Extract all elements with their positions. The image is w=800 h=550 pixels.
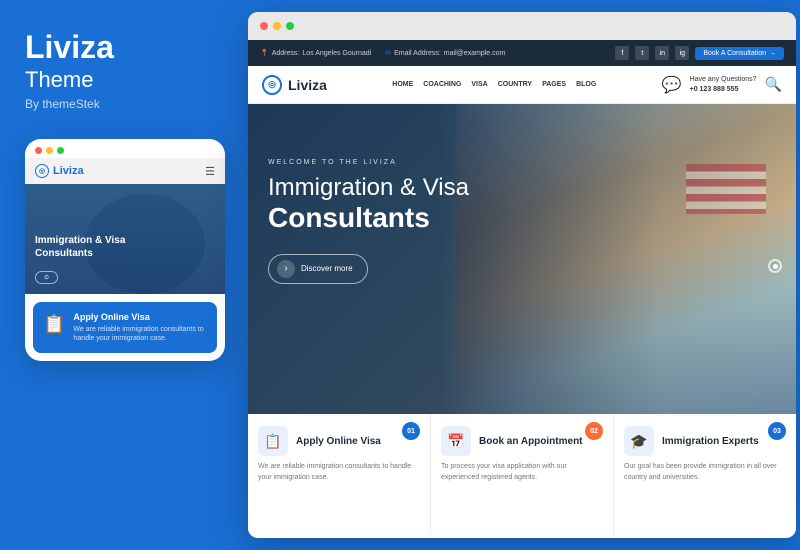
email-icon: ✉ — [385, 49, 391, 57]
hero-section: WELCOME TO THE LIVIZA Immigration & Visa… — [248, 104, 796, 414]
mobile-dot-green — [57, 147, 64, 154]
card-desc-3: Our goal has been provide immigration in… — [624, 462, 786, 483]
hero-pretitle: WELCOME TO THE LIVIZA — [268, 159, 776, 166]
mobile-hero-title: Immigration & Visa Consultants — [35, 234, 215, 260]
topbar-email: ✉ Email Address: mail@example.com — [385, 49, 505, 57]
card-icon-2: 📅 — [441, 426, 471, 456]
card-top-3: 🎓 Immigration Experts — [624, 426, 786, 456]
nav-home[interactable]: HOME — [392, 81, 413, 88]
discover-more-button[interactable]: › Discover more — [268, 254, 368, 284]
mobile-card-content: Apply Online Visa We are reliable immigr… — [73, 312, 207, 343]
mobile-hero-btn: ⊙ — [35, 266, 215, 284]
mobile-browser-bar — [25, 139, 225, 158]
card-badge-1: 01 — [402, 422, 420, 440]
topbar-address: 📍 Address: Los Angeles Gournadi — [260, 49, 371, 57]
mobile-globe-icon: ◎ — [35, 164, 49, 178]
mobile-dot-red — [35, 147, 42, 154]
card-badge-2: 02 — [585, 422, 603, 440]
brand-subtitle: Theme — [25, 67, 220, 93]
nav-links: HOME COACHING VISA COUNTRY PAGES BLOG — [392, 81, 596, 88]
chrome-dot-red — [260, 22, 268, 30]
card-icon-3: 🎓 — [624, 426, 654, 456]
topbar-right: f t in ig Book A Consultation → — [615, 46, 784, 60]
nav-globe-icon: ◎ — [262, 75, 282, 95]
mobile-dots — [35, 147, 64, 154]
site-topbar: 📍 Address: Los Angeles Gournadi ✉ Email … — [248, 40, 796, 66]
nav-coaching[interactable]: COACHING — [423, 81, 461, 88]
facebook-icon[interactable]: f — [615, 46, 629, 60]
book-consultation-button[interactable]: Book A Consultation → — [695, 47, 784, 60]
card-badge-3: 03 — [768, 422, 786, 440]
mobile-mockup: ◎ Liviza ☰ Immigration & Visa Consultant… — [25, 139, 225, 361]
card-title-2: Book an Appointment — [479, 436, 583, 447]
nav-visa[interactable]: VISA — [471, 81, 487, 88]
mobile-hero: Immigration & Visa Consultants ⊙ — [25, 184, 225, 294]
location-icon: 📍 — [260, 49, 269, 57]
card-icon-1: 📋 — [258, 426, 288, 456]
chrome-dot-yellow — [273, 22, 281, 30]
card-desc-1: We are reliable immigration consultants … — [258, 462, 420, 483]
mobile-nav: ◎ Liviza ☰ — [25, 158, 225, 184]
arrow-icon: → — [769, 50, 776, 57]
nav-phone-info: Have any Questions? +0 123 888 555 — [690, 75, 757, 93]
left-panel: Liviza Theme By themeStek ◎ Liviza ☰ Imm… — [0, 0, 245, 550]
hero-nav-dot[interactable] — [768, 259, 782, 273]
chrome-dot-green — [286, 22, 294, 30]
mobile-dot-yellow — [46, 147, 53, 154]
card-appointment: 02 📅 Book an Appointment To process your… — [431, 414, 614, 534]
card-apply-visa: 01 📋 Apply Online Visa We are reliable i… — [248, 414, 431, 534]
mobile-logo: ◎ Liviza — [35, 164, 84, 178]
hero-dot-inner — [773, 264, 778, 269]
instagram-icon[interactable]: ig — [675, 46, 689, 60]
mobile-card: 📋 Apply Online Visa We are reliable immi… — [33, 302, 217, 353]
linkedin-icon[interactable]: in — [655, 46, 669, 60]
nav-country[interactable]: COUNTRY — [498, 81, 532, 88]
chat-icon: 💬 — [662, 75, 682, 95]
cards-row: 01 📋 Apply Online Visa We are reliable i… — [248, 414, 796, 534]
discover-arrow-icon: › — [277, 260, 295, 278]
card-title-1: Apply Online Visa — [296, 436, 381, 447]
card-experts: 03 🎓 Immigration Experts Our goal has be… — [614, 414, 796, 534]
brand-title: Liviza — [25, 30, 220, 65]
mobile-card-icon: 📋 — [43, 314, 65, 335]
card-title-3: Immigration Experts — [662, 436, 759, 447]
twitter-icon[interactable]: t — [635, 46, 649, 60]
nav-right: 💬 Have any Questions? +0 123 888 555 🔍 — [662, 75, 782, 95]
mobile-menu-icon: ☰ — [205, 165, 215, 178]
brand-by: By themeStek — [25, 97, 220, 111]
topbar-left: 📍 Address: Los Angeles Gournadi ✉ Email … — [260, 49, 505, 57]
hero-title-light: Immigration & Visa — [268, 174, 776, 203]
browser-chrome — [248, 12, 796, 40]
card-desc-2: To process your visa application with ou… — [441, 462, 603, 483]
site-nav: ◎ Liviza HOME COACHING VISA COUNTRY PAGE… — [248, 66, 796, 104]
desktop-mockup: 📍 Address: Los Angeles Gournadi ✉ Email … — [248, 12, 796, 538]
card-top-2: 📅 Book an Appointment — [441, 426, 603, 456]
nav-logo: ◎ Liviza — [262, 75, 327, 95]
nav-blog[interactable]: BLOG — [576, 81, 596, 88]
hero-title-bold: Consultants — [268, 203, 776, 234]
hero-content: WELCOME TO THE LIVIZA Immigration & Visa… — [248, 104, 796, 304]
card-top-1: 📋 Apply Online Visa — [258, 426, 420, 456]
nav-pages[interactable]: PAGES — [542, 81, 566, 88]
search-icon[interactable]: 🔍 — [765, 76, 782, 93]
